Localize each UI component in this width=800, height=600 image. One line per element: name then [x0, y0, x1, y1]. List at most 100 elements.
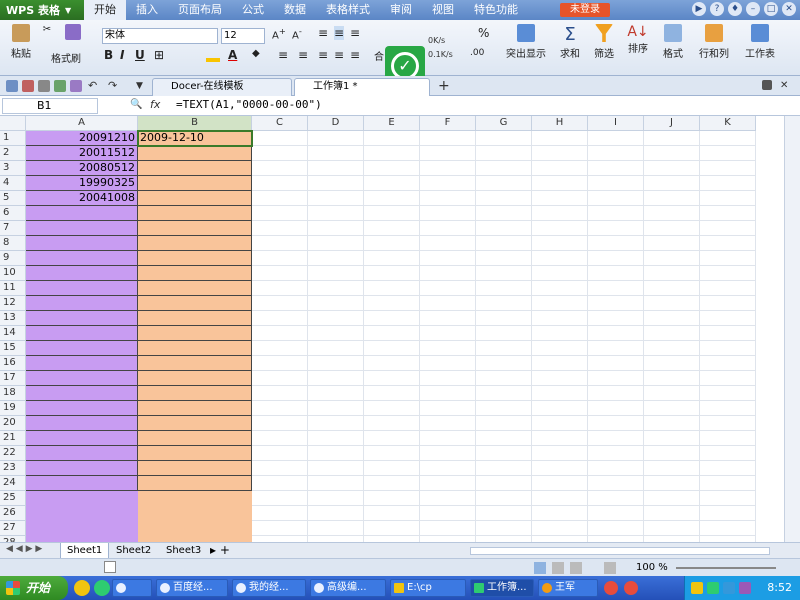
- eraser-icon[interactable]: [64, 24, 82, 43]
- spreadsheet-grid[interactable]: A B C D E F G H I J K 1 20091210 2009-12-10 2 20011512 3…: [0, 116, 800, 542]
- row-header[interactable]: 6: [0, 206, 26, 221]
- quicklaunch-ie-icon[interactable]: [94, 580, 110, 596]
- tab-page-layout[interactable]: 页面布局: [168, 0, 232, 20]
- cell-b[interactable]: [138, 266, 252, 281]
- cell-b[interactable]: [138, 221, 252, 236]
- cell-b[interactable]: [138, 236, 252, 251]
- select-all-corner[interactable]: [0, 116, 26, 131]
- name-box[interactable]: B1: [2, 98, 98, 114]
- fx-icon[interactable]: fx: [150, 98, 160, 111]
- cell-a[interactable]: [26, 401, 138, 416]
- taskbar-item-editor[interactable]: 高级编...: [310, 579, 386, 597]
- clear-format-icon[interactable]: ◆: [252, 48, 260, 59]
- italic-button[interactable]: I: [120, 48, 124, 62]
- cell-b[interactable]: [138, 206, 252, 221]
- row-header[interactable]: 18: [0, 386, 26, 401]
- row-header[interactable]: 27: [0, 521, 26, 536]
- column-header-k[interactable]: K: [700, 116, 756, 131]
- horizontal-scrollbar[interactable]: [470, 547, 770, 555]
- column-header-h[interactable]: H: [532, 116, 588, 131]
- tab-insert[interactable]: 插入: [126, 0, 168, 20]
- decimal-icon[interactable]: .00: [470, 48, 484, 58]
- cell-a[interactable]: [26, 341, 138, 356]
- cell-b[interactable]: [138, 281, 252, 296]
- cell-b[interactable]: [138, 191, 252, 206]
- fill-color-icon[interactable]: [206, 48, 220, 62]
- redo-icon[interactable]: ↷: [108, 80, 120, 92]
- row-col-button[interactable]: 行和列: [694, 24, 734, 60]
- cell-a[interactable]: [26, 281, 138, 296]
- outdent-icon[interactable]: ≡: [298, 48, 308, 62]
- font-shrink-icon[interactable]: A-: [292, 26, 302, 41]
- highlight-button[interactable]: 突出显示: [504, 24, 548, 60]
- cell-b[interactable]: [138, 356, 252, 371]
- cell-b[interactable]: [138, 251, 252, 266]
- column-header-i[interactable]: I: [588, 116, 644, 131]
- star-icon[interactable]: [691, 582, 703, 594]
- underline-button[interactable]: U: [135, 48, 145, 62]
- row-header[interactable]: 12: [0, 296, 26, 311]
- cell-b[interactable]: [138, 506, 252, 521]
- cell-b[interactable]: [138, 311, 252, 326]
- cell-b[interactable]: [138, 446, 252, 461]
- play-icon[interactable]: ▶: [692, 2, 706, 16]
- tab-home[interactable]: 开始: [84, 0, 126, 20]
- network-icon[interactable]: [723, 582, 735, 594]
- column-header-j[interactable]: J: [644, 116, 700, 131]
- cell-b[interactable]: [138, 341, 252, 356]
- shirt-icon[interactable]: ♦: [728, 2, 742, 16]
- cell-a[interactable]: [26, 251, 138, 266]
- row-header[interactable]: 16: [0, 356, 26, 371]
- worksheet-button[interactable]: 工作表: [740, 24, 780, 60]
- volume-icon[interactable]: [739, 582, 751, 594]
- row-header[interactable]: 13: [0, 311, 26, 326]
- row-header[interactable]: 7: [0, 221, 26, 236]
- taskbar-item-baidu[interactable]: 百度经...: [156, 579, 228, 597]
- row-header[interactable]: 2: [0, 146, 26, 161]
- close-icon[interactable]: ✕: [780, 80, 792, 92]
- font-size-select[interactable]: 12: [221, 28, 265, 44]
- tab-features[interactable]: 特色功能: [464, 0, 528, 20]
- cell-b[interactable]: [138, 146, 252, 161]
- window-restore-icon[interactable]: [762, 80, 772, 90]
- cell-b[interactable]: [138, 431, 252, 446]
- row-header[interactable]: 19: [0, 401, 26, 416]
- row-header[interactable]: 15: [0, 341, 26, 356]
- tab-workbook1[interactable]: 工作簿1 *: [294, 78, 430, 96]
- bold-button[interactable]: B: [104, 48, 113, 62]
- login-button[interactable]: 未登录: [560, 3, 610, 17]
- border-icon[interactable]: ⊞: [154, 48, 164, 62]
- tab-review[interactable]: 审阅: [380, 0, 422, 20]
- print-icon[interactable]: [38, 80, 50, 92]
- zoom-search-icon[interactable]: 🔍: [130, 99, 142, 110]
- cell-a[interactable]: [26, 236, 138, 251]
- cell-a[interactable]: [26, 371, 138, 386]
- add-sheet-icon[interactable]: ▸ +: [210, 543, 230, 557]
- cell-a[interactable]: [26, 311, 138, 326]
- save-icon[interactable]: [6, 80, 18, 92]
- cell-b[interactable]: [138, 296, 252, 311]
- taskbar-item-workbook[interactable]: 工作簿...: [470, 579, 534, 597]
- row-header[interactable]: 11: [0, 281, 26, 296]
- row-header[interactable]: 20: [0, 416, 26, 431]
- align-right-icon[interactable]: ≡: [350, 48, 360, 62]
- restore-icon[interactable]: □: [764, 2, 778, 16]
- shield-icon[interactable]: [707, 582, 719, 594]
- cut-icon[interactable]: ✂: [40, 24, 54, 35]
- page-break-view-icon[interactable]: [552, 562, 564, 574]
- cell-a[interactable]: [26, 296, 138, 311]
- taskbar-item-folder[interactable]: E:\cp: [390, 579, 466, 597]
- sum-button[interactable]: Σ 求和: [556, 24, 584, 60]
- cell-a[interactable]: 19990325: [26, 176, 138, 191]
- paste-button[interactable]: 粘贴: [6, 24, 36, 60]
- sheet-tab-1[interactable]: Sheet1: [60, 543, 110, 559]
- cell-a[interactable]: [26, 206, 138, 221]
- help-icon[interactable]: ?: [710, 2, 724, 16]
- start-button[interactable]: 开始: [0, 576, 68, 600]
- align-left-icon[interactable]: ≡: [318, 48, 328, 62]
- sort-button[interactable]: A↓ 排序: [624, 24, 652, 55]
- row-header[interactable]: 22: [0, 446, 26, 461]
- cell-b[interactable]: [138, 401, 252, 416]
- cell-a[interactable]: [26, 221, 138, 236]
- export-pdf-icon[interactable]: [22, 80, 34, 92]
